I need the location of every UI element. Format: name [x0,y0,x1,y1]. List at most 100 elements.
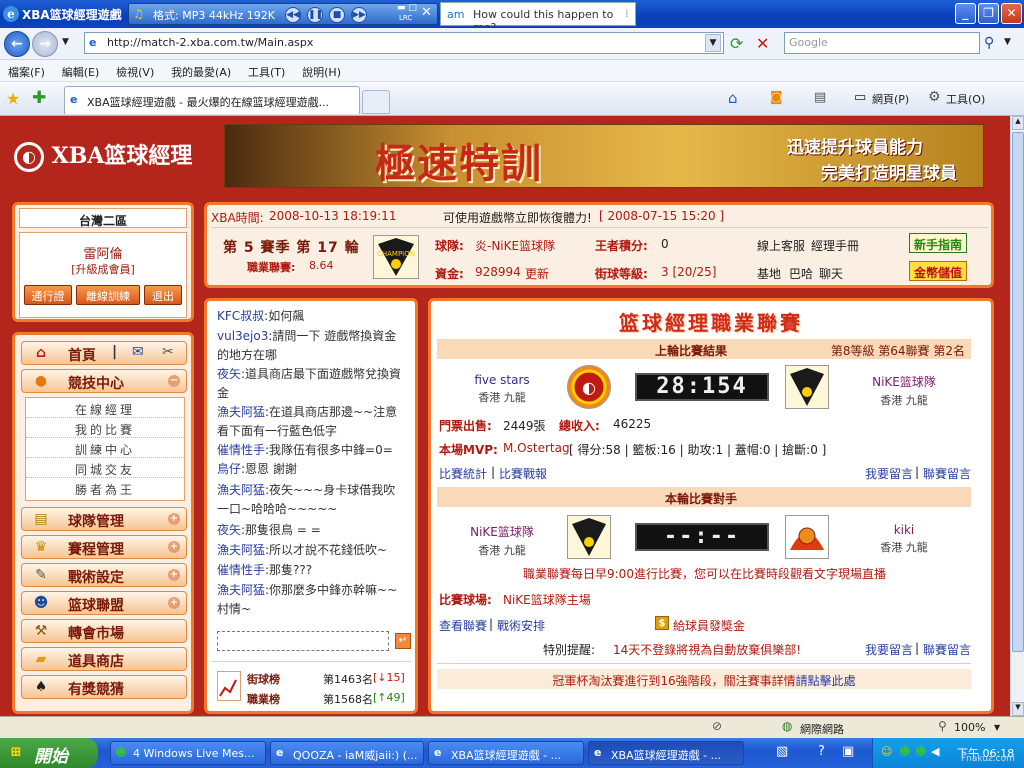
chat-input[interactable] [217,631,389,651]
mail-icon[interactable]: ✉ [132,344,144,360]
media-minimize-icon[interactable]: ▬ □ [397,3,417,13]
start-button[interactable]: ⊞ 開始 [0,738,98,768]
tray-volume-icon[interactable]: ◀ [931,745,939,758]
forward-button[interactable]: → [32,31,58,57]
menu-schedule[interactable]: ♛ 賽程管理 + [21,535,187,559]
scroll-up-icon[interactable]: ▲ [1012,116,1024,130]
logout-button[interactable]: 退出 [144,285,182,305]
task-qooza[interactable]: e QOOZA - iaM威jaii:) (... [270,741,424,765]
menu-transfer-market[interactable]: ⚒ 轉會市場 [21,619,187,643]
expand-icon[interactable]: + [168,597,180,609]
menu-edit[interactable]: 編輯(E) [54,60,105,80]
address-dropdown-icon[interactable]: ▼ [705,34,721,52]
away-team-emblem[interactable] [785,365,829,409]
submenu-training-center[interactable]: 訓練中心 [26,438,184,458]
site-logo[interactable]: ◐ XBA篮球經理 [14,138,192,172]
update-link[interactable]: 更新 [525,265,549,282]
match-report-link[interactable]: 比賽戰報 [499,465,547,482]
chat-user[interactable]: 夜矢 [217,523,241,537]
next-away-team[interactable]: kiki 香港 九龍 [859,523,949,555]
menu-favorites[interactable]: 我的最愛(A) [163,60,236,80]
search-options-icon[interactable]: ▼ [1004,37,1011,47]
coin-topup-button[interactable]: 金幣儲值 [909,261,967,281]
menu-tactics[interactable]: ✎ 戰術設定 + [21,563,187,587]
user-name[interactable]: 雷阿倫 [20,243,186,262]
tools-icon[interactable]: ✂ [162,344,174,360]
expand-icon[interactable]: + [168,569,180,581]
online-service-link[interactable]: 線上客服 [757,237,805,254]
menu-league[interactable]: ☻ 篮球聯盟 + [21,591,187,615]
prev-track-button[interactable]: ◀◀ [285,7,301,23]
chat-user[interactable]: 漁夫阿猛 [217,583,265,597]
home-team-emblem[interactable]: ◐ [567,365,611,409]
media-close-icon[interactable]: ✕ [421,5,432,20]
offline-training-button[interactable]: 離線訓練 [76,285,140,305]
history-chevron-icon[interactable]: ▼ [62,37,69,47]
pause-button[interactable]: ❚❚ [307,7,323,23]
chat-user[interactable]: 漁夫阿猛 [217,543,265,557]
chat-link[interactable]: 聊天 [819,265,843,282]
chat-send-button[interactable]: ↵ [395,633,411,649]
manager-manual-link[interactable]: 經理手冊 [811,237,859,254]
zoom-chevron-icon[interactable]: ▼ [994,723,1000,732]
back-button[interactable]: ← [4,31,30,57]
chat-user[interactable]: 夜矢 [217,367,241,381]
favorites-star-icon[interactable]: ★ [6,89,20,108]
submenu-local-friends[interactable]: 同城交友 [26,458,184,478]
match-stats-link[interactable]: 比賽統計 [439,465,487,482]
popup-blocker-icon[interactable]: ⊘ [712,719,722,733]
away-team[interactable]: NiKE篮球隊 香港 九龍 [859,373,949,408]
chat-user[interactable]: 漁夫阿猛 [217,483,265,497]
new-tab-button[interactable] [362,90,390,114]
close-button[interactable]: ✕ [1001,3,1022,24]
league-message-link-2[interactable]: 聯賽留言 [923,641,971,658]
menu-competition[interactable]: ● 競技中心 − [21,369,187,393]
tactics-link[interactable]: 戰術安排 [497,617,545,634]
expand-icon[interactable]: + [168,513,180,525]
menu-tools[interactable]: 工具(T) [240,60,290,80]
restore-button[interactable]: ❐ [978,3,999,24]
leave-message-link-2[interactable]: 我要留言 [865,641,913,658]
stop-icon[interactable]: ✕ [756,34,769,53]
collapse-icon[interactable]: − [168,375,180,387]
team-emblem[interactable]: CHAMPION [373,235,419,279]
page-menu[interactable]: 網頁(P) [872,91,909,107]
next-track-button[interactable]: ▶▶ [351,7,367,23]
refresh-icon[interactable]: ⟳ [730,34,743,53]
search-icon[interactable]: ⚲ [984,35,994,51]
upgrade-link[interactable]: [升級成會員] [20,261,186,277]
tray-messenger-icon[interactable]: ☻ [899,745,910,758]
menu-betting[interactable]: ♠ 有獎競猜 [21,675,187,699]
leave-message-link[interactable]: 我要留言 [865,465,913,482]
team-name[interactable]: 炎-NiKE篮球隊 [475,237,555,254]
cup-details-link[interactable]: 請點擊此處 [796,674,856,688]
submenu-my-matches[interactable]: 我的比賽 [26,418,184,438]
league-message-link[interactable]: 聯賽留言 [923,465,971,482]
print-icon[interactable]: ▤ [814,90,826,105]
next-home-emblem[interactable] [567,515,611,559]
menu-team-management[interactable]: ▤ 球隊管理 + [21,507,187,531]
scroll-down-icon[interactable]: ▼ [1012,702,1024,716]
stop-button[interactable]: ■ [329,7,345,23]
home-team[interactable]: five stars 香港 九龍 [457,373,547,405]
next-home-team[interactable]: NiKE篮球隊 香港 九龍 [457,523,547,558]
tools-menu[interactable]: 工具(O) [946,91,985,107]
quicklaunch-help-icon[interactable]: ? [818,744,825,759]
chat-user[interactable]: KFC叔叔 [217,309,264,323]
search-input[interactable]: Google [784,32,980,54]
chat-user[interactable]: 鳥仔 [217,462,241,476]
vertical-scrollbar[interactable]: ▲ ▼ [1010,116,1024,716]
notice-text[interactable]: 可使用遊戲幣立即恢復體力! [443,209,592,226]
chat-user[interactable]: 漁夫阿猛 [217,405,265,419]
menu-item-shop[interactable]: ▰ 道具商店 [21,647,187,671]
baha-link[interactable]: 巴哈 [789,265,813,282]
home-icon[interactable]: ⌂ [728,89,738,107]
rss-icon[interactable]: ◙ [770,90,783,105]
add-favorite-icon[interactable]: ✚ [32,88,46,108]
quicklaunch-sound-icon[interactable]: ▧ [776,744,788,759]
next-away-emblem[interactable] [785,515,829,559]
task-windows-live[interactable]: ☻ 4 Windows Live Mes... [110,741,266,765]
chat-user[interactable]: 催情性手 [217,563,265,577]
mvp-name[interactable]: M.Ostertag [503,441,570,455]
submenu-winner[interactable]: 勝者為王 [26,478,184,498]
